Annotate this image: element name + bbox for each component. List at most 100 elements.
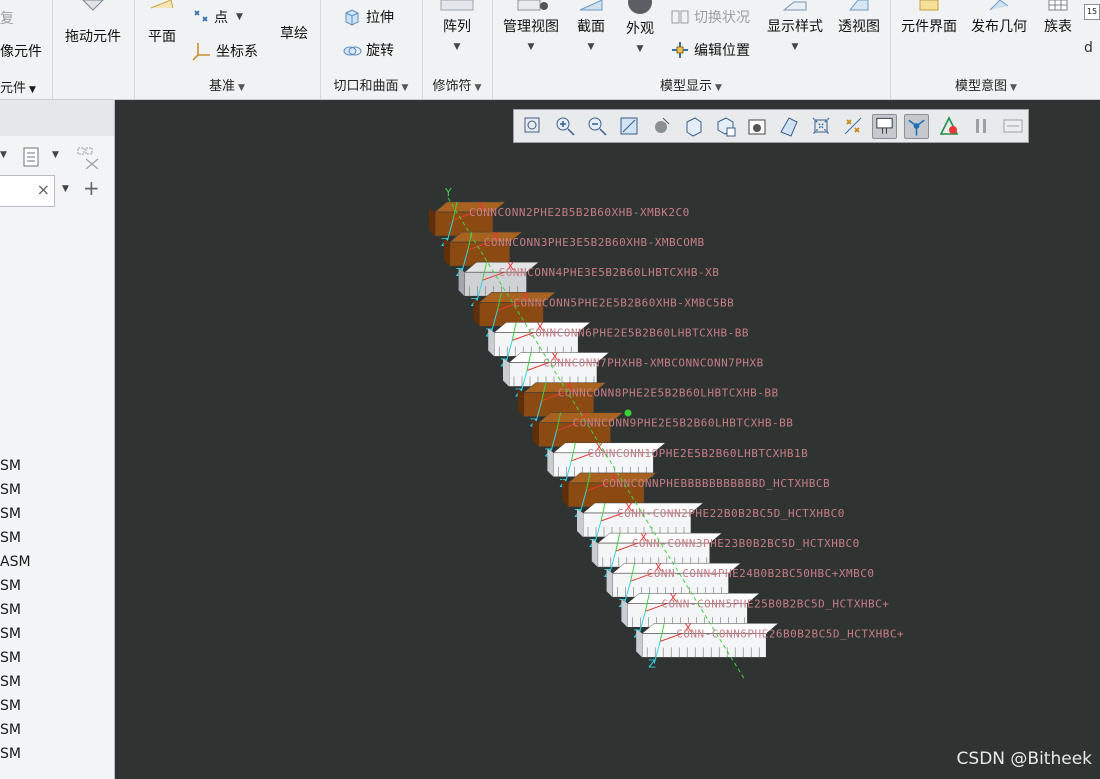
datum-display-icon[interactable] (840, 114, 865, 139)
tree-item[interactable]: SM (0, 506, 21, 522)
switch-state-button[interactable]: 切换状况 (670, 7, 750, 27)
group-model-intent: 元件界面 发布几何 族表 模型意图 ▼ (890, 0, 1082, 99)
display-style-button[interactable]: 显示样式 ▼ (762, 0, 828, 52)
display-off-icon[interactable] (1000, 114, 1025, 139)
assembly-origin-dot (624, 409, 632, 417)
appearance-icon[interactable] (936, 114, 961, 139)
sketch-button[interactable]: 草绘 (274, 23, 314, 43)
tree-item[interactable]: SM (0, 530, 21, 546)
zoom-in-icon[interactable] (552, 114, 577, 139)
publish-geometry-icon (989, 0, 1009, 11)
zoom-out-icon[interactable] (584, 114, 609, 139)
plane-icon (150, 0, 174, 9)
publish-geometry-button[interactable]: 发布几何 (966, 0, 1032, 36)
refit-icon[interactable] (616, 114, 641, 139)
extrude-icon (345, 9, 359, 26)
part-name-label: CONNCONN4PHE3E5B2B60LHBTCXHB-XB (499, 266, 720, 279)
graphics-toolbar (513, 109, 1029, 143)
search-dropdown-icon[interactable]: ▼ (62, 184, 69, 194)
extrude-button[interactable]: 拉伸 (342, 7, 394, 27)
tree-item[interactable]: ASM (0, 554, 31, 570)
zoom-window-icon[interactable] (520, 114, 545, 139)
part-name-label: CONNCONN7PHXHB-XMBCONNCONN7PHXB (543, 357, 764, 370)
annotation-filter-icon[interactable] (872, 113, 897, 139)
tree-item[interactable]: SM (0, 698, 21, 714)
component-interface-icon (919, 0, 939, 11)
drag-component-icon (82, 0, 104, 11)
part-name-label: CONN-CONN2PHE22B0B2BC5D_HCTXHBC0 (617, 507, 845, 520)
csys-button[interactable]: 坐标系 (192, 41, 258, 61)
partial-button-left[interactable]: 像元件 (0, 41, 42, 61)
group-label-cuts-surfaces[interactable]: 切口和曲面 ▼ (320, 75, 422, 94)
model-tree-toolbar: ▼ ▼ (0, 147, 114, 169)
tree-item[interactable]: SM (0, 626, 21, 642)
part-name-label: CONN-CONN3PHE23B0B2BC5D_HCTXHBC0 (632, 537, 860, 550)
appearance-icon (628, 0, 652, 14)
view-cube-icon[interactable] (680, 114, 705, 139)
group-label-model-display[interactable]: 模型显示 ▼ (492, 75, 890, 94)
section-icon[interactable] (776, 114, 801, 139)
family-table-icon (1048, 0, 1068, 11)
edit-position-button[interactable]: 编辑位置 (670, 40, 750, 60)
tree-settings-icon[interactable] (22, 147, 40, 167)
group-label-components[interactable]: 元件 ▼ (0, 77, 134, 96)
saved-views-icon[interactable] (712, 114, 737, 139)
tree-item[interactable]: SM (0, 746, 21, 762)
add-filter-icon[interactable]: + (83, 176, 100, 200)
spin-center-icon[interactable] (808, 114, 833, 139)
revolve-icon (343, 46, 362, 56)
tree-item[interactable]: SM (0, 602, 21, 618)
shading-icon[interactable] (648, 114, 673, 139)
part-name-label: CONN-CONN4PHE24B0B2BC50HBC+XMBC0 (647, 567, 875, 580)
part-name-label: CONNCONN3PHE3E5B2B60XHB-XMBCOMB (484, 236, 705, 249)
group-label-model-intent[interactable]: 模型意图 ▼ (890, 75, 1082, 94)
ribbon: 复 像元件 拖动元件 元件 ▼ 平面 点 ▼ 坐标系 草绘 基准 ▼ 拉伸 旋转… (0, 0, 1100, 100)
partial-button-top[interactable]: 复 (0, 8, 14, 28)
group-label-modifiers[interactable]: 修饰符 ▼ (422, 75, 492, 94)
connector-part: XZCONN-CONN6PHE26B0B2BC5D_HCTXHBC+ (636, 621, 904, 670)
tree-filter-icon[interactable] (76, 147, 102, 169)
component-interface-button[interactable]: 元件界面 (894, 0, 964, 36)
ribbon-overflow-icon[interactable]: 15 d (1084, 4, 1100, 60)
tree-item[interactable]: SM (0, 482, 21, 498)
section-dropdown-icon[interactable]: ▼ (570, 42, 612, 52)
part-name-label: CONNCONN5PHE2E5B2B60XHB-XMBC5BB (513, 296, 734, 309)
revolve-button[interactable]: 旋转 (342, 40, 394, 60)
csys-display-icon[interactable] (904, 113, 929, 139)
clear-search-icon[interactable]: × (37, 180, 50, 199)
tree-item[interactable]: SM (0, 674, 21, 690)
tree-view-dropdown-icon[interactable]: ▼ (0, 150, 7, 160)
family-table-button[interactable]: 族表 (1036, 0, 1080, 36)
axis-label-z: Z (648, 657, 656, 670)
graphics-viewport[interactable]: XZCONNCONN2PHE2B5B2B60XHB-XMBK2C0XZCONNC… (116, 100, 1100, 779)
drag-component-button[interactable]: 拖动元件 (62, 0, 124, 46)
model-scene[interactable]: XZCONNCONN2PHE2B5B2B60XHB-XMBK2C0XZCONNC… (116, 100, 1100, 779)
tree-item[interactable]: SM (0, 458, 21, 474)
section-button[interactable]: 截面 ▼ (570, 0, 612, 52)
pattern-button[interactable]: 阵列 ▼ (432, 0, 482, 52)
pattern-dropdown-icon[interactable]: ▼ (432, 42, 482, 52)
manage-views-button[interactable]: 管理视图 ▼ (498, 0, 564, 52)
display-style-dropdown-icon[interactable]: ▼ (762, 42, 828, 52)
point-button[interactable]: 点 ▼ (192, 7, 243, 27)
pause-icon[interactable] (968, 114, 993, 139)
perspective-button[interactable]: 透视图 (832, 0, 886, 36)
tree-settings-dropdown-icon[interactable]: ▼ (52, 150, 59, 160)
part-name-label: CONN-CONN6PHE26B0B2BC5D_HCTXHBC+ (676, 627, 904, 640)
perspective-icon (848, 0, 869, 11)
model-tree-panel: ▼ ▼ × ▼ + SM SM SM SM ASM SM SM SM SM SM SM SM SM (0, 100, 115, 779)
manage-views-icon (517, 0, 548, 11)
appearance-button[interactable]: 外观 ▼ (618, 0, 662, 54)
tree-item[interactable]: SM (0, 578, 21, 594)
tree-item[interactable]: SM (0, 650, 21, 666)
appearance-dropdown-icon[interactable]: ▼ (618, 44, 662, 54)
group-datum: 平面 点 ▼ 坐标系 草绘 基准 ▼ (134, 0, 321, 99)
plane-button[interactable]: 平面 (142, 0, 182, 46)
tree-item[interactable]: SM (0, 722, 21, 738)
watermark: CSDN @Bitheek (956, 749, 1092, 769)
group-label-datum[interactable]: 基准 ▼ (134, 75, 320, 94)
camera-icon[interactable] (744, 114, 769, 139)
section-icon (579, 0, 603, 11)
tree-search-input[interactable]: × (0, 175, 55, 207)
manage-views-dropdown-icon[interactable]: ▼ (498, 42, 564, 52)
